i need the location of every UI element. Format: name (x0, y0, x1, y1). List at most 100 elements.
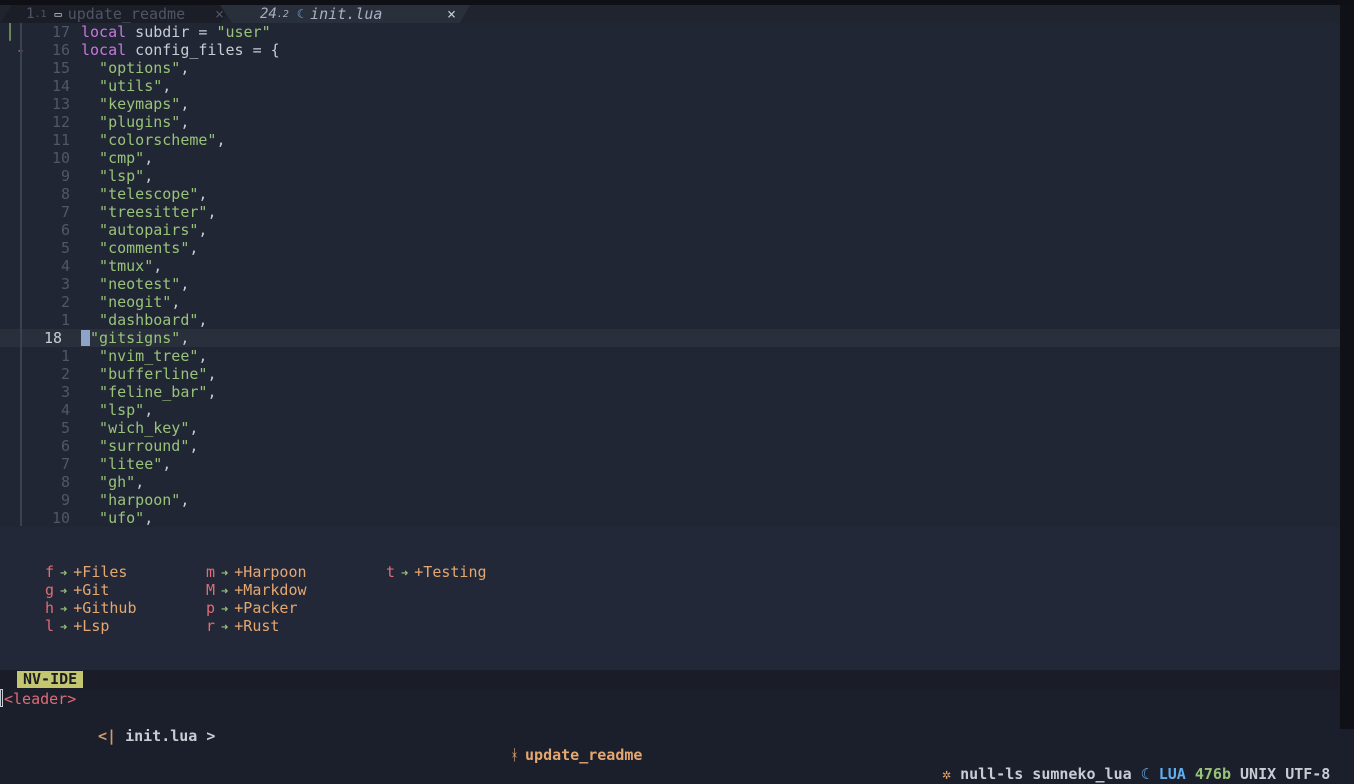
tab-update-readme[interactable]: 1.1 ▭ update_readme × (0, 5, 232, 23)
line-number: 3 (60, 383, 70, 401)
lsp-clients: null-ls sumneko_lua (960, 765, 1132, 783)
command-line[interactable]: <leader> (0, 689, 1340, 729)
string-token: "harpoon" (81, 491, 181, 509)
cursor (0, 689, 3, 707)
code-line[interactable]: 5 "comments", (0, 239, 1340, 257)
code-line[interactable]: 2 "neogit", (0, 293, 1340, 311)
line-number: 17 (51, 23, 70, 41)
line-number: 10 (51, 509, 70, 527)
code-text: "utils", (81, 77, 171, 95)
code-line[interactable]: -16local config_files = { (0, 41, 1340, 59)
code-line[interactable]: 8 "telescope", (0, 185, 1340, 203)
code-line[interactable]: 14 "utils", (0, 77, 1340, 95)
code-text: "nvim_tree", (81, 347, 207, 365)
which-key-item[interactable]: p ➜ +Packer (206, 599, 297, 617)
code-line[interactable]: 1 "nvim_tree", (0, 347, 1340, 365)
file-size: 476b (1194, 765, 1231, 783)
file-name: init.lua (125, 727, 198, 745)
line-number: 11 (51, 131, 70, 149)
line-number: 18 (43, 329, 62, 347)
code-line[interactable]: 6 "autopairs", (0, 221, 1340, 239)
code-line[interactable]: 10 "cmp", (0, 149, 1340, 167)
punctuation-token: , (180, 113, 190, 131)
code-text: "cmp", (81, 149, 153, 167)
which-key-label: +Github (73, 599, 137, 617)
which-key-item[interactable]: t ➜ +Testing (386, 563, 487, 581)
code-line[interactable]: 12 "plugins", (0, 113, 1340, 131)
which-key-key: h (45, 599, 55, 617)
punctuation-token: , (162, 77, 172, 95)
branch-icon: ᚼ (510, 746, 520, 764)
code-line[interactable]: 18 "gitsigns", (0, 329, 1340, 347)
code-line[interactable]: 13 "keymaps", (0, 95, 1340, 113)
tab-subnumber: .2 (276, 8, 289, 20)
close-icon[interactable]: × (447, 5, 456, 23)
code-line[interactable]: 11 "colorscheme", (0, 131, 1340, 149)
code-line[interactable]: 1 "dashboard", (0, 311, 1340, 329)
arrow-right-icon: ➜ (401, 566, 409, 580)
which-key-item[interactable]: f ➜ +Files (45, 563, 127, 581)
which-key-label: +Harpoon (234, 563, 307, 581)
code-line[interactable]: 8 "gh", (0, 473, 1340, 491)
tab-number: 1 (26, 6, 35, 22)
code-text: "surround", (81, 437, 198, 455)
code-line[interactable]: │ 17 local subdir = "user" (0, 23, 1340, 41)
fold-column-separator (20, 23, 22, 526)
string-token: "wich_key" (81, 419, 190, 437)
code-line[interactable]: 7 "litee", (0, 455, 1340, 473)
code-line[interactable]: 9 "harpoon", (0, 491, 1340, 509)
lua-icon: ☾ (296, 7, 305, 21)
code-text: "harpoon", (81, 491, 189, 509)
string-token: "plugins" (81, 113, 181, 131)
code-text: local subdir = "user" (81, 23, 271, 41)
editor-buffer[interactable]: │17local subdir = "user"-16local config_… (0, 23, 1340, 527)
string-token: "surround" (81, 437, 190, 455)
string-token: "gitsigns" (90, 329, 181, 347)
git-branch: ᚼ update_readme (510, 746, 642, 765)
line-number: 5 (60, 239, 70, 257)
which-key-item[interactable]: r ➜ +Rust (206, 617, 279, 635)
which-key-key: r (206, 617, 216, 635)
punctuation-token: , (180, 329, 190, 347)
code-line[interactable]: 2 "bufferline", (0, 365, 1340, 383)
code-line[interactable]: 7 "treesitter", (0, 203, 1340, 221)
arrow-right-icon: ➜ (221, 620, 229, 634)
punctuation-token: , (153, 257, 163, 275)
code-line[interactable]: 9 "lsp", (0, 167, 1340, 185)
code-line[interactable]: 15 "options", (0, 59, 1340, 77)
punctuation-token: , (135, 473, 145, 491)
which-key-item[interactable]: g ➜ +Git (45, 581, 109, 599)
window-right-edge (1340, 5, 1354, 729)
punctuation-token: , (216, 131, 226, 149)
which-key-item[interactable]: h ➜ +Github (45, 599, 136, 617)
punctuation-token: , (189, 419, 199, 437)
string-token: "colorscheme" (81, 131, 217, 149)
code-line[interactable]: 3 "feline_bar", (0, 383, 1340, 401)
which-key-key: t (386, 563, 396, 581)
code-line[interactable]: 4 "tmux", (0, 257, 1340, 275)
line-number: 8 (60, 185, 70, 203)
statusline-right: ✲ null-ls sumneko_lua ☾ LUA 476b UNIX UT… (942, 765, 1330, 784)
tab-init-lua[interactable]: 24.2 ☾ init.lua × (220, 5, 470, 23)
code-line[interactable]: 10 "ufo", (0, 509, 1340, 527)
string-token: "gh" (81, 473, 136, 491)
which-key-item[interactable]: l ➜ +Lsp (45, 617, 109, 635)
line-number: 4 (60, 257, 70, 275)
line-number: 3 (60, 275, 70, 293)
arrow-right-icon: ➜ (60, 566, 68, 580)
keyword-token: local (81, 41, 127, 59)
statusline-file: <| init.lua > (98, 727, 215, 746)
line-number: 2 (60, 365, 70, 383)
which-key-item[interactable]: m ➜ +Harpoon (206, 563, 307, 581)
code-line[interactable]: 3 "neotest", (0, 275, 1340, 293)
which-key-item[interactable]: M ➜ +Markdow (206, 581, 307, 599)
code-line[interactable]: 6 "surround", (0, 437, 1340, 455)
line-number: 16 (51, 41, 70, 59)
which-key-key: M (206, 581, 216, 599)
code-line[interactable]: 5 "wich_key", (0, 419, 1340, 437)
which-key-key: l (45, 617, 55, 635)
gear-icon: ✲ (942, 765, 952, 783)
line-number: 6 (60, 221, 70, 239)
keyword-token: local (81, 23, 127, 41)
code-line[interactable]: 4 "lsp", (0, 401, 1340, 419)
